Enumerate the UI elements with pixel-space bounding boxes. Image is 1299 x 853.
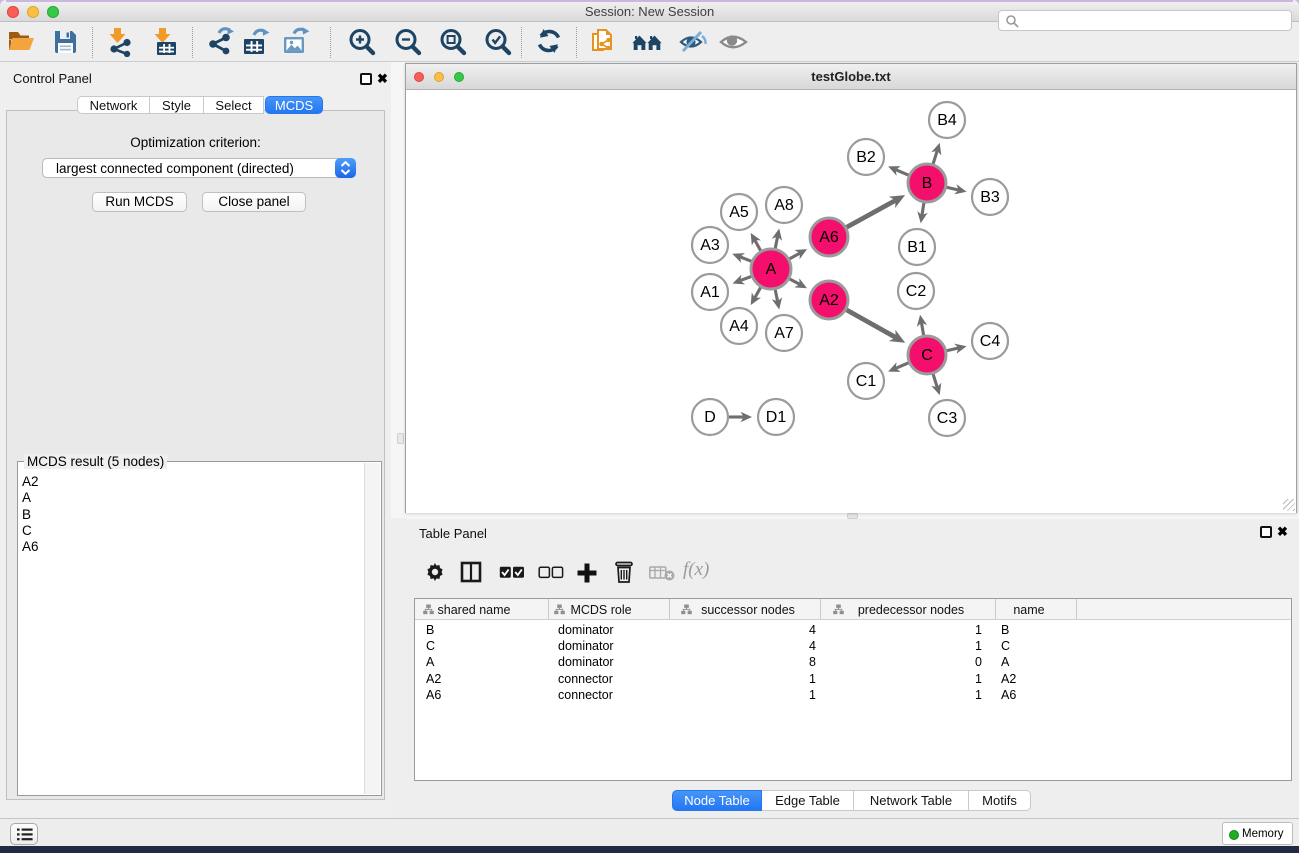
svg-text:C4: C4	[980, 333, 1001, 350]
svg-text:A7: A7	[774, 325, 794, 342]
svg-text:D1: D1	[766, 409, 787, 426]
svg-text:C1: C1	[856, 373, 877, 390]
svg-text:C: C	[921, 347, 933, 364]
svg-text:D: D	[704, 409, 716, 426]
svg-text:A2: A2	[819, 292, 839, 309]
svg-text:A3: A3	[700, 237, 720, 254]
svg-text:A: A	[766, 261, 777, 278]
svg-text:A6: A6	[819, 229, 839, 246]
svg-text:B: B	[922, 175, 933, 192]
svg-text:C3: C3	[937, 410, 958, 427]
svg-text:A4: A4	[729, 318, 749, 335]
svg-text:A1: A1	[700, 284, 720, 301]
svg-text:B3: B3	[980, 189, 1000, 206]
svg-text:C2: C2	[906, 283, 927, 300]
svg-text:A5: A5	[729, 204, 749, 221]
svg-text:B2: B2	[856, 149, 876, 166]
svg-text:A8: A8	[774, 197, 794, 214]
svg-text:B4: B4	[937, 112, 957, 129]
svg-text:B1: B1	[907, 239, 927, 256]
